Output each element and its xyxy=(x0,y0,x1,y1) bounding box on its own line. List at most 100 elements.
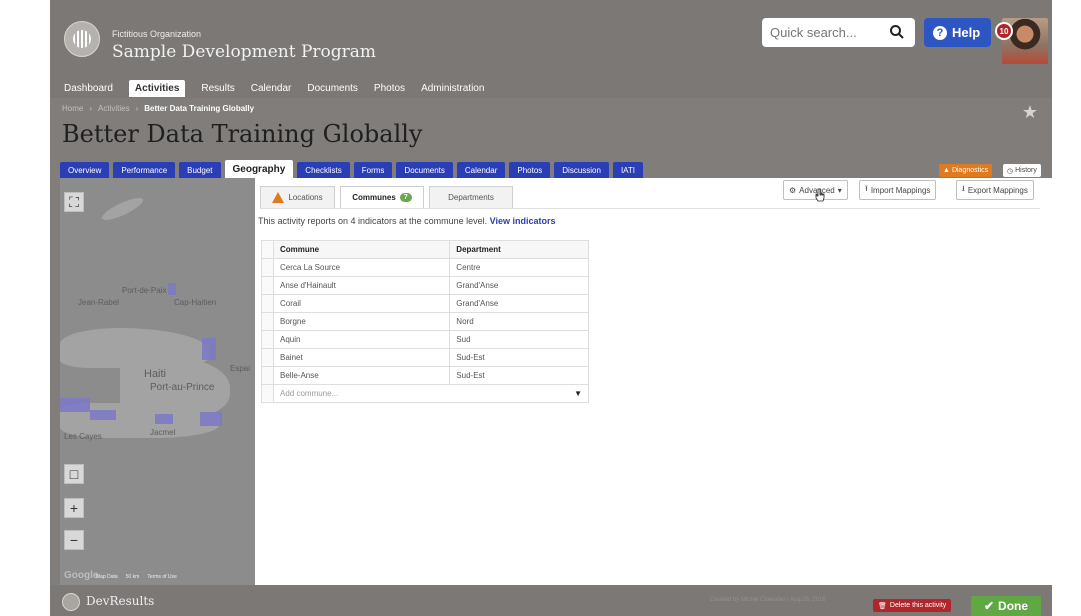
commune-cell: Anse d'Hainault xyxy=(272,276,451,295)
row-handle[interactable] xyxy=(261,330,274,349)
tab-overview[interactable]: Overview xyxy=(60,162,110,178)
map-scale: 50 km xyxy=(125,574,140,580)
breadcrumb-separator: › xyxy=(89,104,93,113)
row-handle[interactable] xyxy=(261,312,274,331)
department-cell: Sud xyxy=(449,330,589,349)
google-logo: Google xyxy=(64,570,99,581)
subtab-locations-label: Locations xyxy=(288,193,323,202)
tab-budget[interactable]: Budget xyxy=(179,162,221,178)
done-button[interactable]: ✔ Done xyxy=(971,596,1041,616)
nav-results[interactable]: Results xyxy=(201,83,234,94)
search-input[interactable] xyxy=(770,22,880,42)
header: Fictitious Organization Sample Developme… xyxy=(50,0,1052,76)
app-frame: Fictitious Organization Sample Developme… xyxy=(50,0,1052,616)
report-text-body: This activity reports on 4 indicators at… xyxy=(258,216,488,226)
tab-geography[interactable]: Geography xyxy=(224,160,294,178)
row-handle[interactable] xyxy=(261,348,274,367)
tab-checklists[interactable]: Checklists xyxy=(297,162,350,178)
help-label: Help xyxy=(952,25,981,40)
warning-icon: ▲ xyxy=(943,167,950,174)
map-panel[interactable]: Port-de-Paix Jean-Rabel Cap-Haitien Hait… xyxy=(60,178,255,585)
delete-activity-button[interactable]: 🗑 Delete this activity xyxy=(873,599,952,612)
row-handle[interactable] xyxy=(261,294,274,313)
devresults-brand[interactable]: DevResults xyxy=(86,594,154,608)
row-handle[interactable] xyxy=(261,366,274,385)
zoom-in-button[interactable]: + xyxy=(64,498,84,518)
map-commune-region xyxy=(168,283,176,295)
table-row[interactable]: Anse d'Hainault Grand'Anse xyxy=(261,276,589,295)
export-label: Export Mappings xyxy=(967,185,1028,195)
notification-badge[interactable]: 10 xyxy=(995,22,1013,40)
add-commune-select[interactable]: Add commune... ▼ xyxy=(273,384,589,403)
breadcrumb-activities[interactable]: Activities xyxy=(98,104,130,113)
add-commune-placeholder: Add commune... xyxy=(280,389,339,398)
commune-cell: Borgne xyxy=(272,312,451,331)
table-row[interactable]: Cerca La Source Centre xyxy=(261,258,589,277)
program-name[interactable]: Sample Development Program xyxy=(112,42,376,62)
caret-down-icon[interactable]: ▼ xyxy=(574,389,582,398)
column-header-commune[interactable]: Commune xyxy=(272,240,451,259)
quick-search[interactable] xyxy=(762,18,915,47)
tab-iati[interactable]: IATI xyxy=(612,162,644,178)
clock-icon: ◷ xyxy=(1007,167,1014,175)
breadcrumb-home[interactable]: Home xyxy=(62,104,83,113)
table-row[interactable]: Belle-Anse Sud-Est xyxy=(261,366,589,385)
main-nav: Dashboard Activities Results Calendar Do… xyxy=(50,78,1052,98)
nav-dashboard[interactable]: Dashboard xyxy=(64,83,113,94)
subtab-communes[interactable]: Communes 7 xyxy=(340,186,424,208)
nav-administration[interactable]: Administration xyxy=(421,83,484,94)
star-icon[interactable]: ★ xyxy=(1022,102,1038,123)
map-data-link[interactable]: Map Data xyxy=(96,574,118,580)
nav-photos[interactable]: Photos xyxy=(374,83,405,94)
tab-documents[interactable]: Documents xyxy=(396,162,453,178)
import-icon: ⭱ xyxy=(865,184,868,193)
nav-activities[interactable]: Activities xyxy=(128,79,186,97)
check-icon: ✔ xyxy=(983,599,995,613)
subtab-departments[interactable]: Departments xyxy=(429,186,513,208)
table-row[interactable]: Bainet Sud-Est xyxy=(261,348,589,367)
export-mappings-button[interactable]: ⭳ Export Mappings xyxy=(956,180,1034,200)
subtab-locations[interactable]: Locations xyxy=(260,186,335,208)
devresults-logo-icon xyxy=(62,593,80,611)
table-row[interactable]: Borgne Nord xyxy=(261,312,589,331)
table-row[interactable]: Aquin Sud xyxy=(261,330,589,349)
footer: DevResults Created by Michel Chevalier |… xyxy=(50,585,1052,616)
history-button[interactable]: ◷ History xyxy=(1003,164,1041,177)
geography-panel: Locations Communes 7 Departments ⚙ Advan… xyxy=(255,178,1052,585)
import-mappings-button[interactable]: ⭱ Import Mappings xyxy=(859,180,937,200)
org-logo-icon xyxy=(64,21,100,57)
commune-cell: Belle-Anse xyxy=(272,366,451,385)
row-handle[interactable] xyxy=(261,258,274,277)
column-header-department[interactable]: Department xyxy=(449,240,589,259)
map-label: Cap-Haitien xyxy=(174,298,217,307)
row-handle[interactable] xyxy=(261,276,274,295)
department-cell: Sud-Est xyxy=(449,348,589,367)
search-icon[interactable] xyxy=(889,24,905,40)
help-button[interactable]: ? Help xyxy=(924,18,991,47)
tab-photos[interactable]: Photos xyxy=(509,162,551,178)
map-label: Port-au-Prince xyxy=(150,382,215,393)
select-area-icon[interactable]: □ xyxy=(64,464,84,484)
tab-forms[interactable]: Forms xyxy=(353,162,393,178)
communes-count-badge: 7 xyxy=(399,193,412,202)
help-question-icon: ? xyxy=(933,25,947,40)
view-indicators-link[interactable]: View indicators xyxy=(490,216,556,226)
row-handle xyxy=(261,384,274,403)
subtab-divider xyxy=(260,208,1040,209)
trash-icon: 🗑 xyxy=(878,602,887,610)
department-cell: Grand'Anse xyxy=(449,294,589,313)
map-commune-region xyxy=(200,412,222,426)
nav-calendar[interactable]: Calendar xyxy=(251,83,292,94)
tab-performance[interactable]: Performance xyxy=(113,162,176,178)
nav-documents[interactable]: Documents xyxy=(307,83,358,94)
tab-discussion[interactable]: Discussion xyxy=(554,162,609,178)
diagnostics-button[interactable]: ▲ Diagnostics xyxy=(939,164,993,177)
table-row[interactable]: Corail Grand'Anse xyxy=(261,294,589,313)
add-commune-row[interactable]: Add commune... ▼ xyxy=(261,384,589,403)
terms-link[interactable]: Terms of Use xyxy=(147,574,176,580)
commune-cell: Aquin xyxy=(272,330,451,349)
breadcrumb-current: Better Data Training Globally xyxy=(144,104,255,113)
fullscreen-icon[interactable]: ⛶ xyxy=(64,192,84,212)
tab-calendar[interactable]: Calendar xyxy=(456,162,506,178)
zoom-out-button[interactable]: − xyxy=(64,530,84,550)
